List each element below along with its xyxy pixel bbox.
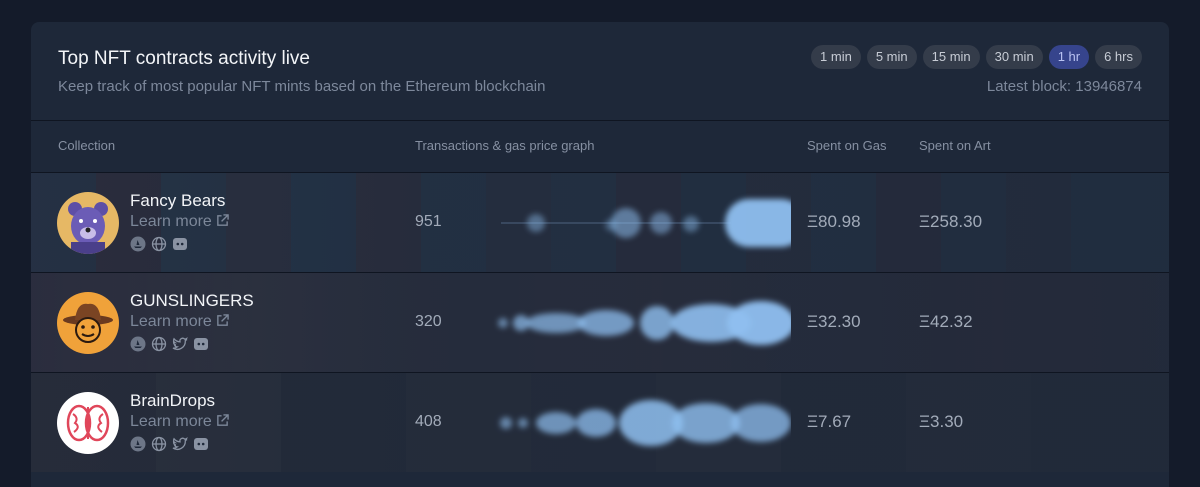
learn-more-label: Learn more: [130, 213, 212, 230]
transaction-gas-graph: [501, 199, 791, 247]
page-title: Top NFT contracts activity live: [58, 48, 311, 69]
learn-more-label: Learn more: [130, 313, 212, 330]
table-row[interactable]: GUNSLINGERS Learn more 320 Ξ32.30 Ξ42.32: [31, 272, 1169, 372]
opensea-icon[interactable]: [130, 236, 146, 252]
spent-on-art: Ξ3.30: [919, 412, 964, 431]
range-5-min[interactable]: 5 min: [866, 45, 917, 69]
social-links: [130, 336, 209, 352]
spent-on-gas: Ξ80.98: [807, 212, 861, 231]
spent-on-gas: Ξ7.67: [807, 412, 852, 431]
latest-block: Latest block: 13946874: [986, 78, 1142, 95]
discord-icon[interactable]: [172, 236, 188, 252]
transaction-count: 408: [415, 413, 442, 430]
collection-name[interactable]: Fancy Bears: [130, 191, 225, 211]
transaction-gas-graph: [500, 400, 791, 446]
external-link-icon: [216, 314, 229, 326]
fancy-bears-avatar: [57, 192, 119, 254]
braindrops-avatar: [57, 392, 119, 454]
column-graph: Transactions & gas price graph: [415, 138, 595, 153]
table-row[interactable]: Fancy Bears Learn more 951 Ξ80.98 Ξ258.3…: [31, 172, 1169, 272]
range-30-min[interactable]: 30 min: [985, 45, 1043, 69]
opensea-icon[interactable]: [130, 336, 146, 352]
twitter-icon[interactable]: [172, 436, 188, 452]
globe-icon[interactable]: [151, 236, 167, 252]
page-subtitle: Keep track of most popular NFT mints bas…: [58, 78, 546, 95]
column-gas: Spent on Gas: [807, 138, 887, 153]
table-row[interactable]: BrainDrops Learn more 408 Ξ7.67 Ξ3.30: [31, 372, 1169, 472]
table-header: Collection Transactions & gas price grap…: [31, 120, 1169, 172]
learn-more-link[interactable]: Learn more: [130, 213, 229, 231]
twitter-icon[interactable]: [172, 336, 188, 352]
transaction-gas-graph: [498, 301, 791, 345]
range-1-min[interactable]: 1 min: [811, 45, 861, 69]
range-1-hr[interactable]: 1 hr: [1048, 45, 1090, 69]
collection-name[interactable]: BrainDrops: [130, 391, 215, 411]
learn-more-link[interactable]: Learn more: [130, 313, 229, 331]
column-collection: Collection: [58, 138, 116, 153]
external-link-icon: [216, 414, 229, 426]
social-links: [130, 236, 188, 252]
transaction-count: 320: [415, 313, 442, 330]
learn-more-link[interactable]: Learn more: [130, 413, 229, 431]
globe-icon[interactable]: [151, 436, 167, 452]
external-link-icon: [216, 214, 229, 226]
spent-on-gas: Ξ32.30: [807, 312, 861, 331]
card-header: Top NFT contracts activity live Keep tra…: [31, 22, 1169, 120]
time-range-selector: 1 min 5 min 15 min 30 min 1 hr 6 hrs: [811, 45, 1142, 69]
learn-more-label: Learn more: [130, 413, 212, 430]
gunslingers-avatar: [57, 292, 119, 354]
spent-on-art: Ξ258.30: [919, 212, 983, 231]
social-links: [130, 436, 209, 452]
discord-icon[interactable]: [193, 336, 209, 352]
nft-activity-card: Top NFT contracts activity live Keep tra…: [31, 22, 1169, 487]
discord-icon[interactable]: [193, 436, 209, 452]
range-15-min[interactable]: 15 min: [922, 45, 980, 69]
globe-icon[interactable]: [151, 336, 167, 352]
spent-on-art: Ξ42.32: [919, 312, 973, 331]
opensea-icon[interactable]: [130, 436, 146, 452]
collection-name[interactable]: GUNSLINGERS: [130, 291, 254, 311]
transaction-count: 951: [415, 213, 442, 230]
column-art: Spent on Art: [919, 138, 991, 153]
range-6-hrs[interactable]: 6 hrs: [1095, 45, 1142, 69]
